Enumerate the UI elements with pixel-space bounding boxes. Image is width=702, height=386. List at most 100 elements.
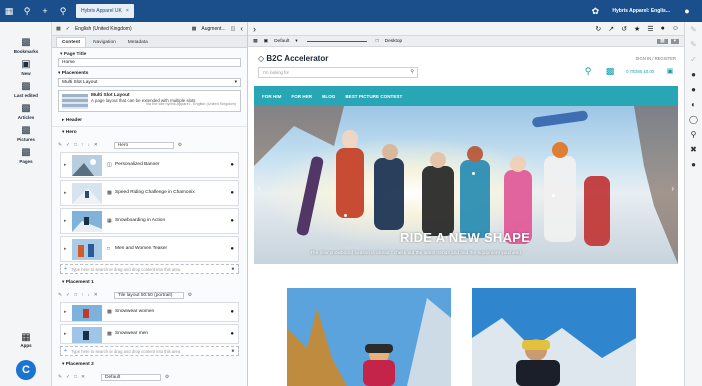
history-icon[interactable]: ◯ [685,112,702,127]
comment-icon[interactable]: ◫ [231,26,236,32]
hotspot-icon[interactable] [344,214,347,217]
layers-icon[interactable]: ● [685,82,702,97]
plus-icon[interactable]: + [64,348,67,354]
teaser-men[interactable] [472,288,636,386]
tab-metadata[interactable]: Metadata [123,38,153,47]
drag-handle-icon[interactable]: ▸ [64,162,67,168]
view-options-button[interactable]: ▾ [670,38,679,44]
person-icon[interactable]: ☺ [672,25,679,32]
grid-icon[interactable]: ▦ [0,6,18,17]
chat-icon[interactable]: ● [685,67,702,82]
nav-pages[interactable]: ▩ Pages [0,148,52,165]
pencil-icon[interactable]: ✎ [685,22,702,37]
user-icon[interactable]: ● [678,6,696,16]
nav-pictures[interactable]: ▩ Pictures [0,126,52,143]
list-item[interactable]: ▸ ▩ Snowwear women ● [60,302,239,322]
pencil-icon[interactable]: ✎ [58,293,62,298]
drag-handle-icon[interactable]: ▸ [64,309,67,315]
arrow-up-icon[interactable]: ↑ [81,143,83,148]
carousel-prev-icon[interactable]: ‹ [258,184,261,193]
chevron-left-icon[interactable]: ‹ [240,24,243,33]
site-selector[interactable]: Hybris Apparel: Englis... [612,8,670,14]
layout-select[interactable]: Multi Slot Layout ▾ [58,78,241,87]
nav-link-contest[interactable]: BEST PICTURE CONTEST [345,94,402,99]
check-icon[interactable]: ✓ [66,375,70,380]
hero-banner[interactable]: ‹ › RIDE A NEW SHAPE The new snowboard s… [254,106,678,264]
nav-bookmarks[interactable]: ▩ Bookmarks [0,38,52,55]
nav-link-for-her[interactable]: FOR HER [291,94,312,99]
store-locator-icon[interactable]: ⚲ [582,66,594,77]
check-icon[interactable]: ✓ [66,143,70,148]
pencil-icon[interactable]: ✎ [58,375,62,380]
header-placement[interactable]: ▸ Header [52,115,247,127]
locale-selector[interactable]: English (United Kingdom) [75,26,132,32]
page-title-field[interactable]: Home [58,58,241,67]
paw-icon[interactable]: ✿ [586,6,604,17]
external-link-icon[interactable]: ↗ [608,25,614,33]
search-icon[interactable]: ⚲ [410,69,414,75]
drag-handle-icon[interactable]: ▸ [64,331,67,337]
trash-icon[interactable]: ■ [231,348,234,353]
plus-icon[interactable]: + [64,266,67,272]
settings-icon[interactable]: ⚙ [165,375,169,380]
pin-icon[interactable]: ⚲ [54,6,72,17]
preview-mode-select[interactable]: Default [274,39,289,44]
nav-last-edited[interactable]: ▩ Last edited [0,82,52,99]
hotspot-icon[interactable] [552,194,555,197]
device-label[interactable]: Desktop [385,39,403,44]
viewport-slider[interactable] [306,40,367,42]
delete-icon[interactable]: ✕ [81,375,85,380]
nav-articles[interactable]: ▩ Articles [0,104,52,121]
arrow-down-icon[interactable]: ↓ [87,293,89,298]
star-icon[interactable]: ★ [634,25,640,33]
nav-new[interactable]: ▣ New [0,60,52,77]
hero-placement[interactable]: ▾ Hero [52,127,247,138]
tab-content[interactable]: Content [56,37,87,47]
drag-handle-icon[interactable]: ▸ [64,190,67,196]
check-icon[interactable]: ✓ [685,52,702,67]
placement1-section[interactable]: ▾ Placement 1 [52,277,247,288]
menu-icon[interactable]: ☰ [647,25,653,33]
arrow-down-icon[interactable]: ↓ [87,143,89,148]
search-icon[interactable]: ⚲ [685,127,702,142]
studio-logo[interactable]: C [16,360,36,380]
drag-handle-icon[interactable]: ▸ [64,218,67,224]
hero-view-select[interactable]: Hero [113,141,174,149]
placement1-view-select[interactable]: Tile layout 50:50 (portrait) [113,291,184,299]
reload-icon[interactable]: ↻ [595,25,601,33]
list-item[interactable]: ▸ □ Men and Women Teaser ● [60,236,239,262]
nav-link-blog[interactable]: BLOG [322,94,335,99]
trash-icon[interactable]: ■ [231,266,234,271]
list-item[interactable]: ▸ ▩ Snowwear men ● [60,324,239,344]
copy-icon[interactable]: □ [74,375,77,380]
delete-icon[interactable]: ✕ [94,293,98,298]
close-icon[interactable]: × [126,8,129,14]
pencil-icon[interactable]: ✎ [685,37,702,52]
settings-icon[interactable]: ⚙ [178,143,182,148]
drag-handle-icon[interactable]: ▸ [64,246,67,252]
delete-icon[interactable]: ✕ [94,143,98,148]
placement2-section[interactable]: ▾ Placement 2 [52,359,247,370]
search-icon[interactable]: ⚲ [18,6,36,17]
tab-navigation[interactable]: Navigation [88,38,121,47]
cart-summary[interactable]: 0 ITEMS £0.00 [626,69,654,74]
pencil-icon[interactable]: ✎ [58,143,62,148]
comment-icon[interactable]: ● [685,157,702,172]
site-search-input[interactable]: I'm looking for ⚲ [258,67,418,78]
list-item[interactable]: ▸ ▦ Snowboarding in Action ● [60,208,239,234]
settings-icon[interactable]: ⚙ [188,293,192,298]
apps-button[interactable]: ▦ Apps [0,332,52,349]
site-brand[interactable]: ◇ B2C Accelerator [258,54,328,63]
globe-icon[interactable]: ◐ [685,97,702,112]
cart-icon[interactable]: ▣ [664,66,676,77]
copy-icon[interactable]: □ [74,143,77,148]
info-icon[interactable]: ● [661,25,665,32]
cross-icon[interactable]: ✖ [685,142,702,157]
sign-in-link[interactable]: SIGN IN / REGISTER [636,56,677,61]
augment-menu[interactable]: Augment... [201,26,225,32]
placements-section[interactable]: ▾ Placements [52,67,247,78]
wishlist-icon[interactable]: ▩ [604,66,616,77]
carousel-next-icon[interactable]: › [671,184,674,193]
placement1-drop-zone[interactable]: + Type here to search or drag and drop c… [60,346,239,356]
chevron-right-icon[interactable]: › [253,24,256,34]
